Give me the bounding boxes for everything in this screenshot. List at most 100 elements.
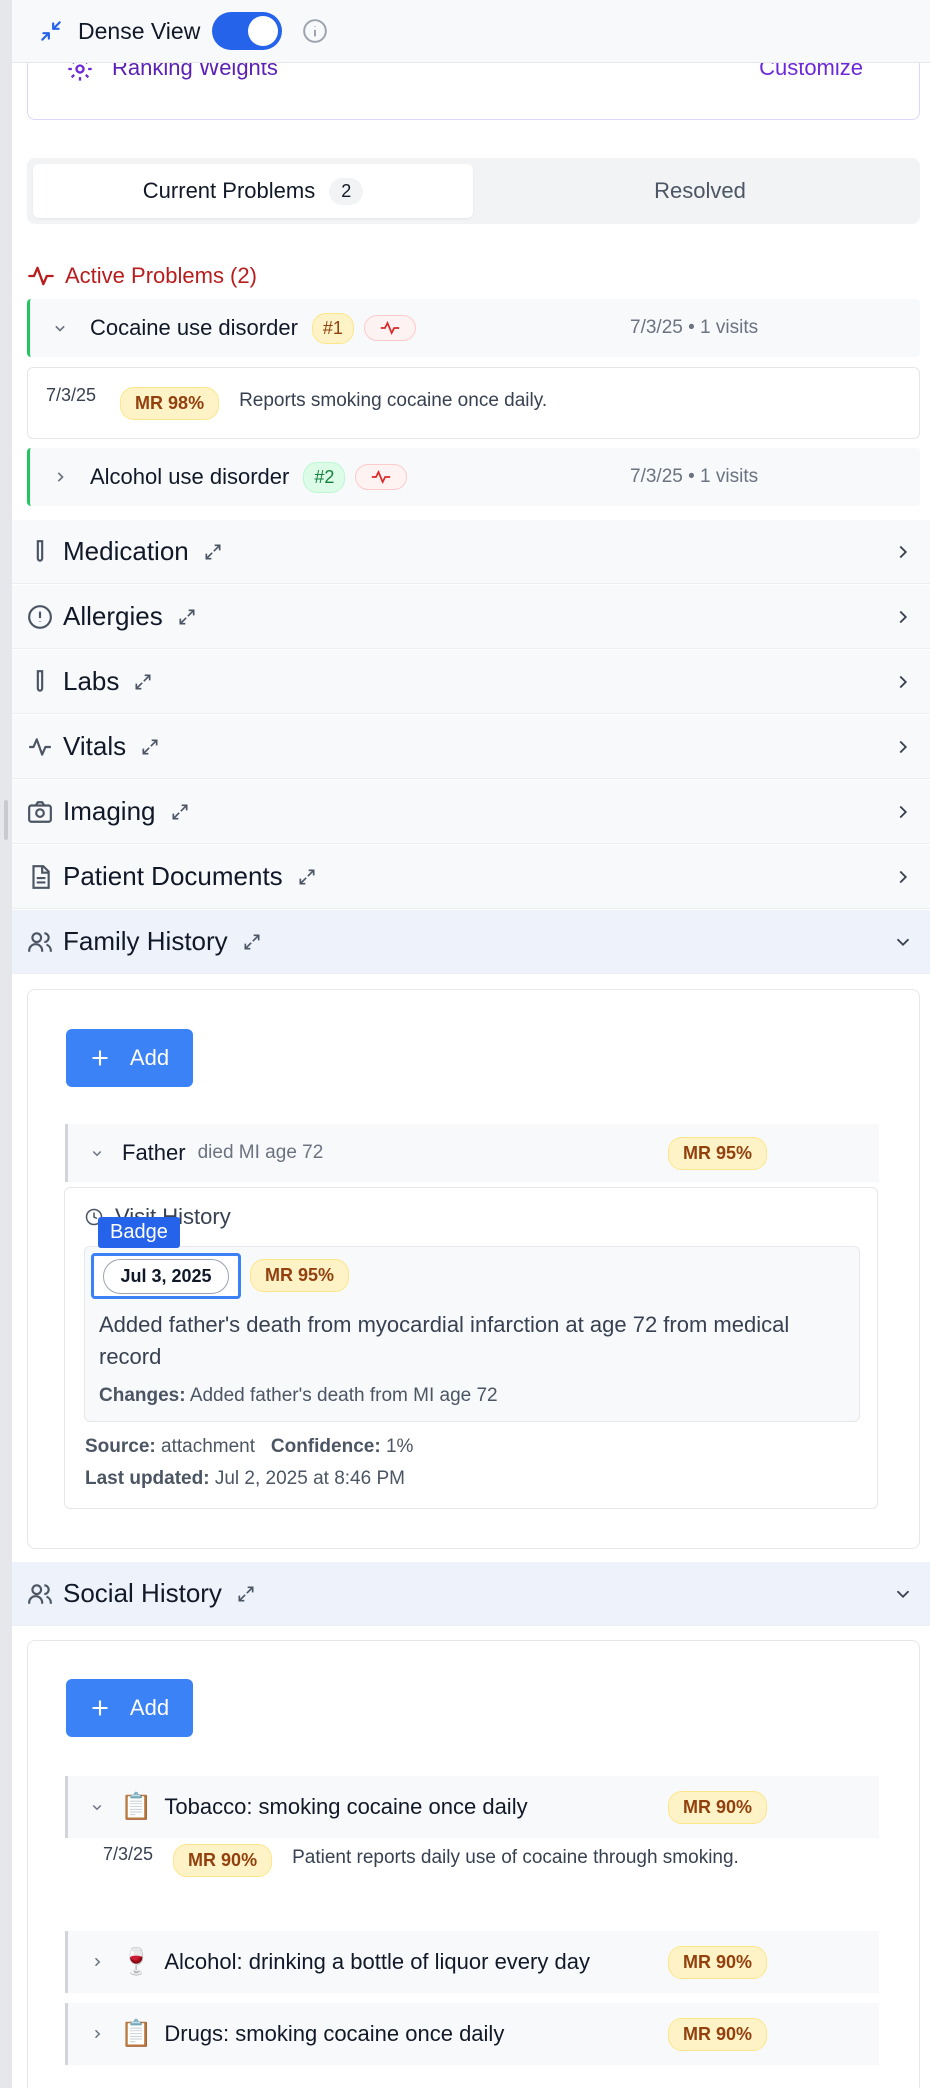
section-labs[interactable]: Labs <box>12 650 930 714</box>
expand-icon[interactable] <box>177 607 197 627</box>
add-social-history-button[interactable]: Add <box>66 1679 193 1737</box>
active-indicator-badge <box>355 464 408 490</box>
chevron-right-icon[interactable] <box>892 606 914 628</box>
dense-view-toggle[interactable] <box>212 12 283 50</box>
visit-date: Jul 3, 2025 <box>103 1258 229 1294</box>
tab-current-problems[interactable]: Current Problems 2 <box>33 164 473 218</box>
chevron-right-icon[interactable] <box>892 671 914 693</box>
chevron-right-icon[interactable] <box>50 467 70 487</box>
expand-icon[interactable] <box>203 542 223 562</box>
expand-icon[interactable] <box>133 672 153 692</box>
problem-name: Cocaine use disorder <box>90 315 298 340</box>
chevron-down-icon[interactable] <box>892 931 914 953</box>
chevron-down-icon[interactable] <box>50 318 70 338</box>
mr-badge: MR 95% <box>668 1136 768 1170</box>
chevron-right-icon[interactable] <box>892 541 914 563</box>
clipboard-icon: 📋 <box>120 2019 153 2049</box>
section-patient-documents[interactable]: Patient Documents <box>12 845 930 909</box>
toggle-knob <box>248 16 279 46</box>
rank-badge: #1 <box>311 312 354 344</box>
section-title: Patient Documents <box>63 861 283 891</box>
updated-line: Last updated: Jul 2, 2025 at 8:46 PM <box>85 1468 405 1490</box>
section-allergies[interactable]: Allergies <box>12 585 930 649</box>
section-medication[interactable]: Medication <box>12 520 930 584</box>
expand-icon[interactable] <box>236 1584 256 1604</box>
social-history-entry[interactable]: 🍷 Alcohol: drinking a bottle of liquor e… <box>65 1931 879 1993</box>
section-social-history[interactable]: Social History <box>12 1562 930 1626</box>
add-label: Add <box>129 1695 170 1720</box>
family-history-entry[interactable]: Father died MI age 72 MR 95% <box>65 1124 879 1182</box>
tab-resolved[interactable]: Resolved <box>487 164 913 218</box>
section-family-history[interactable]: Family History <box>12 910 930 974</box>
problem-meta: 7/3/25 • 1 visits <box>630 317 759 338</box>
test-tube-icon <box>36 669 44 692</box>
updated-label: Last updated: <box>85 1468 210 1489</box>
source-value: attachment <box>161 1436 256 1457</box>
test-tube-icon <box>36 539 44 562</box>
visit-entry: Badge Jul 3, 2025 MR 95% Added father's … <box>84 1217 860 1422</box>
chevron-down-icon[interactable] <box>892 1583 914 1605</box>
active-indicator-badge <box>363 315 416 341</box>
dense-view-bar: Dense View <box>12 0 930 63</box>
activity-icon <box>29 737 51 756</box>
active-problems-heading: Active Problems (2) <box>27 262 257 290</box>
mr-badge: MR 90% <box>668 1790 768 1824</box>
changes-value: Added father's death from MI age 72 <box>189 1385 498 1406</box>
expand-icon[interactable] <box>140 737 160 757</box>
pulse-icon <box>372 469 391 485</box>
section-imaging[interactable]: Imaging <box>12 780 930 844</box>
source-line: Source: attachment Confidence: 1% <box>85 1436 413 1458</box>
left-resize-rail[interactable] <box>0 0 12 2088</box>
rank-badge: #2 <box>303 461 346 493</box>
dense-view-label: Dense View <box>78 17 201 44</box>
detail-note: Reports smoking cocaine once daily. <box>239 390 548 411</box>
confidence-label: Confidence: <box>270 1436 381 1457</box>
chevron-right-icon[interactable] <box>88 1953 106 1971</box>
section-title: Family History <box>63 926 228 956</box>
social-history-entry[interactable]: 📋 Drugs: smoking cocaine once daily MR 9… <box>65 2003 879 2065</box>
detail-date: 7/3/25 <box>103 1844 154 1864</box>
chevron-down-icon[interactable] <box>88 1144 106 1162</box>
problem-meta: 7/3/25 • 1 visits <box>630 466 759 487</box>
problem-row[interactable]: Alcohol use disorder #2 7/3/25 • 1 visit… <box>27 448 920 506</box>
chevron-right-icon[interactable] <box>892 801 914 823</box>
tab-current-label: Current Problems <box>142 178 316 203</box>
expand-icon[interactable] <box>242 932 262 952</box>
section-title: Allergies <box>63 601 163 631</box>
resize-handle[interactable] <box>4 800 8 840</box>
camera-icon <box>28 800 52 823</box>
social-history-text: Tobacco: smoking cocaine once daily <box>164 1794 528 1819</box>
chevron-right-icon[interactable] <box>892 866 914 888</box>
changes-label: Changes: <box>99 1385 186 1406</box>
chevron-right-icon[interactable] <box>88 2025 106 2043</box>
clipboard-icon: 📋 <box>120 1792 153 1822</box>
document-icon <box>32 864 50 889</box>
section-title: Imaging <box>63 796 156 826</box>
visit-history-box: Visit History Badge Jul 3, 2025 MR 95% A… <box>64 1187 878 1509</box>
mr-badge: MR 90% <box>668 2017 768 2051</box>
social-history-text: Alcohol: drinking a bottle of liquor eve… <box>164 1949 590 1974</box>
confidence-value: 1% <box>385 1436 414 1457</box>
active-problems-title: Active Problems (2) <box>65 263 257 288</box>
add-family-history-button[interactable]: Add <box>66 1029 193 1087</box>
social-history-entry[interactable]: 📋 Tobacco: smoking cocaine once daily MR… <box>65 1776 879 1838</box>
info-icon[interactable] <box>302 18 328 44</box>
add-label: Add <box>129 1045 170 1070</box>
problem-tabs: Current Problems 2 Resolved <box>27 158 920 224</box>
shrink-icon <box>41 21 61 41</box>
visit-date-input[interactable]: Jul 3, 2025 <box>91 1253 241 1299</box>
expand-icon[interactable] <box>170 802 190 822</box>
section-vitals[interactable]: Vitals <box>12 715 930 779</box>
expand-icon[interactable] <box>297 867 317 887</box>
alert-circle-icon <box>28 604 52 629</box>
updated-value: Jul 2, 2025 at 8:46 PM <box>214 1468 405 1489</box>
visit-changes: Changes: Added father's death from MI ag… <box>99 1385 498 1407</box>
mr-badge: MR 90% <box>668 1945 768 1979</box>
plus-icon <box>92 1700 108 1716</box>
problem-row[interactable]: Cocaine use disorder #1 7/3/25 • 1 visit… <box>27 299 920 357</box>
plus-icon <box>92 1050 108 1066</box>
chevron-right-icon[interactable] <box>892 736 914 758</box>
current-count-badge: 2 <box>329 177 364 205</box>
chevron-down-icon[interactable] <box>88 1798 106 1816</box>
detail-note: Patient reports daily use of cocaine thr… <box>292 1846 739 1868</box>
